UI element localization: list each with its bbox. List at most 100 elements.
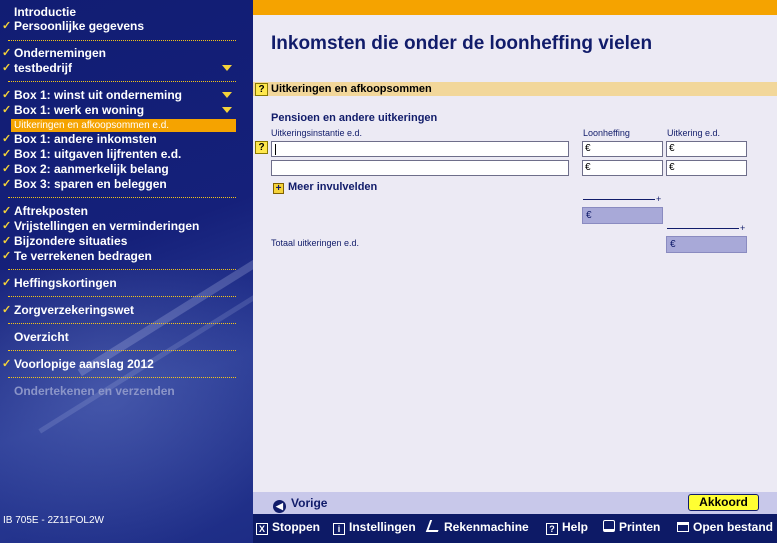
check-icon: ✓: [2, 235, 12, 247]
check-icon: ✓: [2, 163, 12, 175]
check-icon: ✓: [2, 178, 12, 190]
check-icon: ✓: [2, 133, 12, 145]
printer-icon: [603, 520, 615, 532]
check-icon: ✓: [2, 148, 12, 160]
page-title: Inkomsten die onder de loonheffing viele…: [271, 33, 653, 54]
sidebar-separator: [8, 296, 236, 297]
stop-button[interactable]: X Stoppen: [256, 520, 320, 535]
instantie-input[interactable]: [271, 141, 569, 157]
sidebar-item-label: Heffingskortingen: [14, 276, 117, 290]
loonheffing-input[interactable]: €: [582, 160, 663, 176]
check-icon: ✓: [2, 20, 12, 32]
ok-button[interactable]: Akkoord: [688, 494, 759, 511]
folder-icon: [677, 522, 689, 532]
sidebar-item-label: Box 1: uitgaven lijfrenten e.d.: [14, 147, 182, 161]
toolbar-label: Help: [562, 520, 589, 534]
column-header-loonheffing: Loonheffing: [583, 128, 630, 138]
help-icon: ?: [546, 523, 558, 535]
sidebar-item-label: Ondertekenen en verzenden: [14, 384, 175, 398]
sidebar-item-label: Voorlopige aanslag 2012: [14, 357, 154, 371]
sidebar-item-label: Te verrekenen bedragen: [14, 249, 152, 263]
check-icon: ✓: [2, 47, 12, 59]
check-icon: ✓: [2, 89, 12, 101]
toolbar-label: Stoppen: [272, 520, 320, 534]
sum-line: [583, 199, 655, 200]
more-fields-label: Meer invulvelden: [288, 181, 378, 193]
sidebar-item-label: Box 3: sparen en beleggen: [14, 177, 167, 191]
sidebar-item-label: Vrijstellingen en verminderingen: [14, 219, 200, 233]
settings-button[interactable]: i Instellingen: [333, 520, 416, 535]
calculator-icon: [425, 520, 443, 532]
sidebar-item-label: Zorgverzekeringswet: [14, 303, 135, 317]
sidebar-item-uitkeringen-active[interactable]: Uitkeringen en afkoopsommen e.d.: [11, 119, 236, 132]
sidebar-separator: [8, 323, 236, 324]
help-button[interactable]: ? Help: [546, 520, 588, 535]
check-icon: ✓: [2, 104, 12, 116]
section-title: Uitkeringen en afkoopsommen: [271, 83, 432, 95]
sidebar-item-label: Overzicht: [14, 330, 69, 344]
navigation-bar: ◀ Vorige Akkoord: [253, 492, 777, 514]
uitkering-total: €: [666, 236, 747, 253]
plus-sign: +: [740, 223, 746, 233]
total-label: Totaal uitkeringen e.d.: [271, 238, 360, 248]
uitkering-input[interactable]: €: [666, 160, 747, 176]
check-icon: ✓: [2, 277, 12, 289]
arrow-left-icon: ◀: [273, 500, 286, 513]
main-panel: Inkomsten die onder de loonheffing viele…: [253, 0, 777, 492]
sidebar-item-label: Bijzondere situaties: [14, 234, 128, 248]
chevron-down-icon[interactable]: [222, 92, 232, 98]
close-icon: X: [256, 523, 268, 535]
loonheffing-input[interactable]: €: [582, 141, 663, 157]
sidebar-separator: [8, 40, 236, 41]
toolbar-label: Rekenmachine: [444, 520, 529, 534]
check-icon: ✓: [2, 250, 12, 262]
group-title: Pensioen en andere uitkeringen: [271, 112, 438, 124]
info-icon: i: [333, 523, 345, 535]
sidebar-separator: [8, 377, 236, 378]
back-button[interactable]: ◀ Vorige: [273, 496, 327, 513]
sidebar-item-label: Aftrekposten: [14, 204, 89, 218]
plus-sign: +: [656, 194, 662, 204]
form-code: IB 705E - 2Z11FOL2W: [3, 515, 104, 526]
sidebar-item-label: Persoonlijke gegevens: [14, 19, 145, 33]
top-accent-bar: [253, 0, 777, 15]
check-icon: ✓: [2, 62, 12, 74]
loonheffing-sum: €: [582, 207, 663, 224]
open-file-button[interactable]: Open bestand: [677, 520, 773, 534]
sidebar-item-label: Uitkeringen en afkoopsommen e.d.: [14, 120, 170, 131]
sidebar-item-label: Box 1: andere inkomsten: [14, 132, 157, 146]
sidebar-item-label: Ondernemingen: [14, 46, 107, 60]
sidebar-separator: [8, 81, 236, 82]
column-header-uitkering: Uitkering e.d.: [667, 128, 721, 138]
bottom-toolbar: X Stoppen i Instellingen Rekenmachine ? Hel…: [253, 514, 777, 543]
plus-icon: +: [273, 183, 284, 194]
sidebar: Introductie ✓ Persoonlijke gegevens ✓ Onde…: [0, 0, 253, 543]
sidebar-separator: [8, 269, 236, 270]
check-icon: ✓: [2, 358, 12, 370]
help-icon[interactable]: ?: [255, 141, 268, 154]
sidebar-item-label: Box 1: werk en woning: [14, 103, 145, 117]
uitkering-input[interactable]: €: [666, 141, 747, 157]
more-fields-button[interactable]: + Meer invulvelden: [273, 181, 377, 194]
sidebar-item-label: Box 2: aanmerkelijk belang: [14, 162, 169, 176]
chevron-down-icon[interactable]: [222, 107, 232, 113]
toolbar-label: Instellingen: [349, 520, 416, 534]
calculator-button[interactable]: Rekenmachine: [425, 520, 529, 534]
sidebar-item-label: testbedrijf: [14, 61, 73, 75]
column-header-instantie: Uitkeringsinstantie e.d.: [271, 128, 363, 138]
sidebar-separator: [8, 350, 236, 351]
check-icon: ✓: [2, 205, 12, 217]
sidebar-item-label: Box 1: winst uit onderneming: [14, 88, 183, 102]
back-label: Vorige: [291, 496, 328, 510]
toolbar-label: Printen: [619, 520, 661, 534]
instantie-input[interactable]: [271, 160, 569, 176]
sidebar-item-label: Introductie: [14, 5, 76, 19]
chevron-down-icon[interactable]: [222, 65, 232, 71]
print-button[interactable]: Printen: [603, 520, 660, 534]
sidebar-separator: [8, 197, 236, 198]
check-icon: ✓: [2, 220, 12, 232]
help-icon[interactable]: ?: [255, 83, 268, 96]
toolbar-label: Open bestand: [693, 520, 774, 534]
check-icon: ✓: [2, 304, 12, 316]
sum-line: [667, 228, 739, 229]
